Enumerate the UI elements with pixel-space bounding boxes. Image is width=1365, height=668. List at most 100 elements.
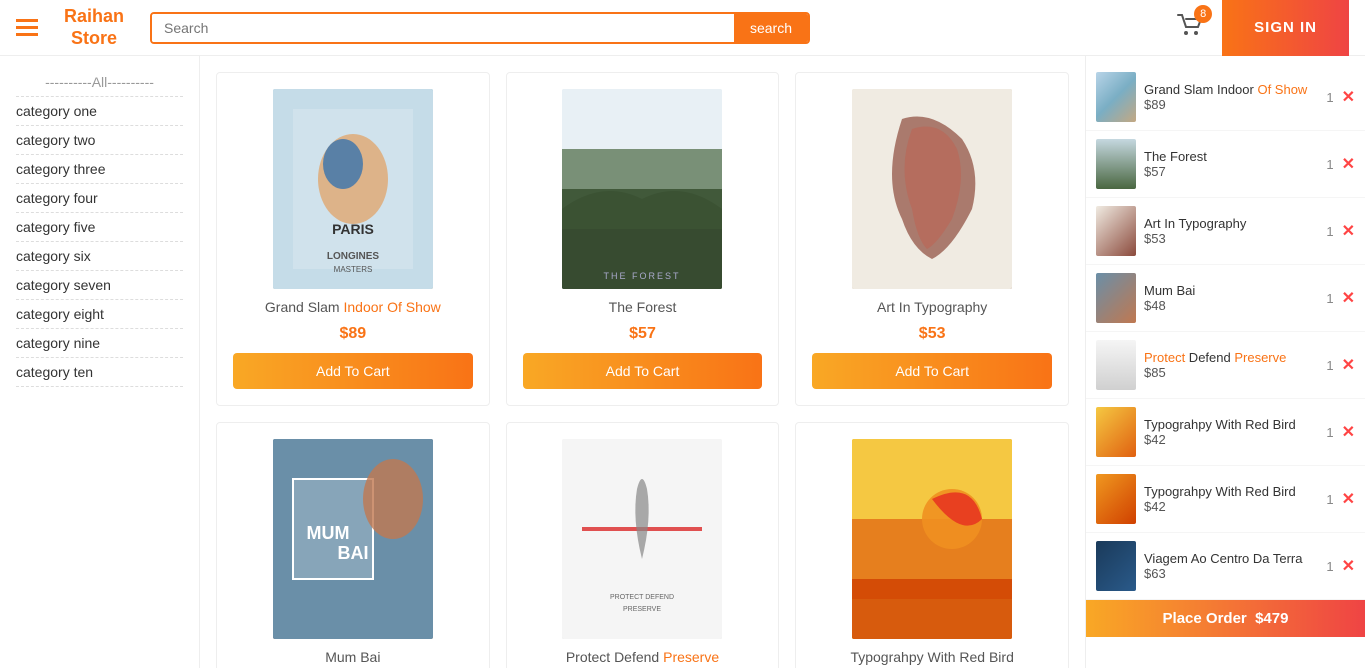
cart-item-1: Grand Slam Indoor Of Show $89 1 ✕ — [1086, 64, 1365, 131]
sidebar-item-3[interactable]: category three — [16, 155, 183, 184]
svg-text:MUM: MUM — [306, 523, 349, 543]
cart-thumb-7 — [1096, 474, 1136, 524]
product-card-protect: PROTECT DEFEND PRESERVE Protect Defend P… — [506, 422, 780, 668]
search-bar: search — [150, 12, 810, 44]
cart-info-4: Mum Bai $48 — [1144, 283, 1318, 313]
product-image-forest: THE FOREST — [562, 89, 722, 289]
cart-item-8: Viagem Ao Centro Da Terra $63 1 ✕ — [1086, 533, 1365, 600]
cart-info-1: Grand Slam Indoor Of Show $89 — [1144, 82, 1318, 112]
cart-thumb-5 — [1096, 340, 1136, 390]
cart-qty-3: 1 — [1326, 224, 1333, 239]
cart-qty-5: 1 — [1326, 358, 1333, 373]
cart-remove-1[interactable]: ✕ — [1342, 87, 1355, 107]
cart-price-1: $89 — [1144, 97, 1318, 112]
cart-thumb-3 — [1096, 206, 1136, 256]
product-image-grand-slam: LONGINES MASTERS PARIS — [273, 89, 433, 289]
cart-info-5: Protect Defend Preserve $85 — [1144, 350, 1318, 380]
cart-price-6: $42 — [1144, 432, 1318, 447]
cart-remove-5[interactable]: ✕ — [1342, 355, 1355, 375]
cart-info-8: Viagem Ao Centro Da Terra $63 — [1144, 551, 1318, 581]
product-name-forest: The Forest — [609, 299, 677, 315]
product-image-protect: PROTECT DEFEND PRESERVE — [562, 439, 722, 639]
sidebar-item-4[interactable]: category four — [16, 184, 183, 213]
sidebar-item-9[interactable]: category nine — [16, 329, 183, 358]
product-name-typography: Art In Typography — [877, 299, 987, 315]
cart-name-3: Art In Typography — [1144, 216, 1318, 231]
product-card-typography: Art In Typography $53 Add To Cart — [795, 72, 1069, 406]
sidebar-item-8[interactable]: category eight — [16, 300, 183, 329]
cart-item-6: Typograhpy With Red Bird $42 1 ✕ — [1086, 399, 1365, 466]
sidebar: ----------All---------- category one cat… — [0, 56, 200, 668]
product-name-mumbai: Mum Bai — [325, 649, 380, 665]
cart-remove-4[interactable]: ✕ — [1342, 288, 1355, 308]
product-image-redbird — [852, 439, 1012, 639]
cart-price-4: $48 — [1144, 298, 1318, 313]
sidebar-item-1[interactable]: category one — [16, 97, 183, 126]
product-image-mumbai: MUM BAI — [273, 439, 433, 639]
svg-text:BAI: BAI — [337, 543, 368, 563]
cart-badge: 8 — [1194, 5, 1212, 23]
header-right: 8 — [1176, 11, 1206, 44]
product-image-typography — [852, 89, 1012, 289]
cart-panel: Grand Slam Indoor Of Show $89 1 ✕ The Fo… — [1085, 56, 1365, 668]
sidebar-item-10[interactable]: category ten — [16, 358, 183, 387]
add-to-cart-forest[interactable]: Add To Cart — [523, 353, 763, 389]
cart-qty-8: 1 — [1326, 559, 1333, 574]
cart-thumb-8 — [1096, 541, 1136, 591]
cart-item-7: Typograhpy With Red Bird $42 1 ✕ — [1086, 466, 1365, 533]
cart-icon[interactable]: 8 — [1176, 11, 1206, 44]
cart-qty-7: 1 — [1326, 492, 1333, 507]
cart-name-2: The Forest — [1144, 149, 1318, 164]
cart-remove-8[interactable]: ✕ — [1342, 556, 1355, 576]
cart-remove-2[interactable]: ✕ — [1342, 154, 1355, 174]
product-card-redbird: Typograhpy With Red Bird Add To Cart — [795, 422, 1069, 668]
cart-qty-1: 1 — [1326, 90, 1333, 105]
products-grid: LONGINES MASTERS PARIS Grand Slam Indoor… — [216, 72, 1069, 668]
cart-item-4: Mum Bai $48 1 ✕ — [1086, 265, 1365, 332]
cart-price-3: $53 — [1144, 231, 1318, 246]
product-card-forest: THE FOREST The Forest $57 Add To Cart — [506, 72, 780, 406]
svg-text:PROTECT DEFEND: PROTECT DEFEND — [610, 594, 674, 601]
svg-text:THE FOREST: THE FOREST — [604, 271, 681, 281]
cart-qty-6: 1 — [1326, 425, 1333, 440]
sidebar-item-6[interactable]: category six — [16, 242, 183, 271]
product-price-grand-slam: $89 — [339, 325, 366, 343]
cart-name-7: Typograhpy With Red Bird — [1144, 484, 1318, 499]
cart-price-7: $42 — [1144, 499, 1318, 514]
hamburger-menu[interactable] — [16, 19, 38, 36]
cart-thumb-1 — [1096, 72, 1136, 122]
svg-text:LONGINES: LONGINES — [327, 251, 380, 262]
header: Raihan Store search 8 SIGN IN — [0, 0, 1365, 56]
product-card-grand-slam: LONGINES MASTERS PARIS Grand Slam Indoor… — [216, 72, 490, 406]
products-area: LONGINES MASTERS PARIS Grand Slam Indoor… — [200, 56, 1085, 668]
cart-item-3: Art In Typography $53 1 ✕ — [1086, 198, 1365, 265]
cart-name-1: Grand Slam Indoor Of Show — [1144, 82, 1318, 97]
search-button[interactable]: search — [734, 14, 808, 42]
cart-remove-6[interactable]: ✕ — [1342, 422, 1355, 442]
signin-button[interactable]: SIGN IN — [1222, 0, 1349, 56]
sidebar-item-5[interactable]: category five — [16, 213, 183, 242]
sidebar-item-all[interactable]: ----------All---------- — [16, 68, 183, 97]
add-to-cart-typography[interactable]: Add To Cart — [812, 353, 1052, 389]
cart-name-5: Protect Defend Preserve — [1144, 350, 1318, 365]
cart-thumb-2 — [1096, 139, 1136, 189]
cart-qty-2: 1 — [1326, 157, 1333, 172]
cart-item-5: Protect Defend Preserve $85 1 ✕ — [1086, 332, 1365, 399]
cart-item-2: The Forest $57 1 ✕ — [1086, 131, 1365, 198]
cart-price-2: $57 — [1144, 164, 1318, 179]
product-name-protect: Protect Defend Preserve — [566, 649, 719, 665]
sidebar-item-7[interactable]: category seven — [16, 271, 183, 300]
cart-price-5: $85 — [1144, 365, 1318, 380]
place-order-button[interactable]: Place Order $479 — [1086, 600, 1365, 637]
cart-remove-7[interactable]: ✕ — [1342, 489, 1355, 509]
search-input[interactable] — [152, 14, 734, 42]
sidebar-item-2[interactable]: category two — [16, 126, 183, 155]
cart-qty-4: 1 — [1326, 291, 1333, 306]
cart-info-3: Art In Typography $53 — [1144, 216, 1318, 246]
add-to-cart-grand-slam[interactable]: Add To Cart — [233, 353, 473, 389]
cart-remove-3[interactable]: ✕ — [1342, 221, 1355, 241]
product-name-grand-slam: Grand Slam Indoor Of Show — [265, 299, 441, 315]
product-name-redbird: Typograhpy With Red Bird — [850, 649, 1013, 665]
svg-text:MASTERS: MASTERS — [333, 265, 372, 274]
cart-name-4: Mum Bai — [1144, 283, 1318, 298]
